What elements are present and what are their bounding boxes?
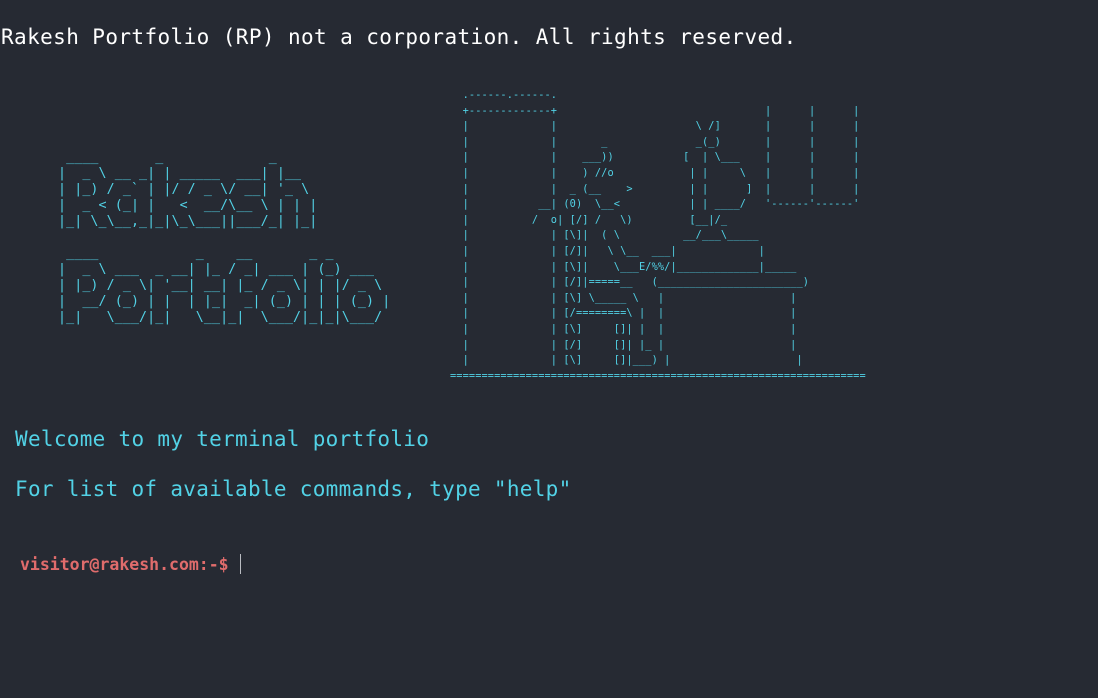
text-cursor [240,554,241,574]
copyright-line: Rakesh Portfolio (RP) not a corporation.… [1,25,797,49]
ascii-title-art: ____ _ _ | _ \ __ _| | _____ ___| |__ | … [58,150,391,325]
command-line: visitor@rakesh.com:-$ [20,552,837,576]
help-hint: For list of available commands, type "he… [15,477,572,501]
ascii-scene-art: .------.------. +-------------+ | | | | … [450,89,866,382]
welcome-message: Welcome to my terminal portfolio [15,427,430,451]
shell-prompt: visitor@rakesh.com:-$ [20,554,229,574]
command-input[interactable] [236,553,837,575]
